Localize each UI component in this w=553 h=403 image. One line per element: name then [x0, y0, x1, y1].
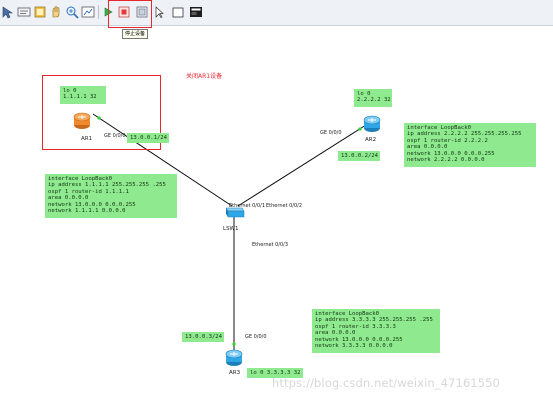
- palette-icon[interactable]: [32, 4, 48, 20]
- port-status-dot: [232, 342, 236, 346]
- ar2-loopback-label: lo 0 2.2.2.2 32: [354, 89, 392, 107]
- topology-canvas[interactable]: 关闭AR1设备 lo 0 1.1.1.1 32 AR1 GE 0/0/0 13.…: [0, 26, 553, 403]
- ar2-router-icon[interactable]: [362, 114, 382, 138]
- ar3-ip-label: 13.0.0.3/24: [182, 332, 224, 342]
- lsw1-port2-label: Ethernet 0/0/2: [266, 203, 303, 209]
- annotation-text: 关闭AR1设备: [186, 73, 223, 80]
- ar3-router-icon[interactable]: [224, 348, 244, 372]
- ar1-config-label: interface LoopBack0 ip address 1.1.1.1 2…: [45, 174, 177, 218]
- link-ar2-lsw1: [237, 124, 367, 207]
- ar2-name: AR2: [365, 137, 377, 143]
- ar3-config-label: interface LoopBack0 ip address 3.3.3.3 2…: [312, 309, 440, 353]
- text-tool-icon[interactable]: [16, 4, 32, 20]
- hand-tool-icon[interactable]: [48, 4, 64, 20]
- stop-button-highlight: [108, 0, 152, 28]
- watermark-text: https://blog.csdn.net/weixin_47161550: [272, 376, 500, 390]
- terminal-icon[interactable]: [188, 4, 204, 20]
- zoom-in-icon[interactable]: [64, 4, 80, 20]
- ar1-ip-label: 13.0.0.1/24: [127, 133, 169, 143]
- command-line-icon[interactable]: [152, 4, 168, 20]
- ar1-router-icon[interactable]: [72, 111, 92, 135]
- toolbar-divider: [98, 5, 99, 19]
- ar2-ip-label: 13.0.0.2/24: [338, 151, 380, 161]
- ar3-name: AR3: [229, 370, 241, 376]
- blank-icon[interactable]: [170, 4, 186, 20]
- toolbar: [0, 0, 553, 26]
- ar1-port-label: GE 0/0/0: [104, 133, 126, 139]
- ar2-port-label: GE 0/0/0: [320, 130, 342, 136]
- ar1-name: AR1: [81, 136, 93, 142]
- lsw1-port1-label: Ethernet 0/0/1: [229, 203, 266, 209]
- ar2-config-label: interface LoopBack0 ip address 2.2.2.2 2…: [404, 123, 536, 167]
- ar3-port-label: GE 0/0/0: [245, 334, 267, 340]
- lsw1-port3-label: Ethernet 0/0/3: [252, 242, 289, 248]
- lsw1-name: LSW1: [223, 226, 239, 232]
- ar1-loopback-label: lo 0 1.1.1.1 32: [60, 86, 106, 104]
- topology-icon[interactable]: [80, 4, 96, 20]
- select-tool-icon[interactable]: [0, 4, 16, 20]
